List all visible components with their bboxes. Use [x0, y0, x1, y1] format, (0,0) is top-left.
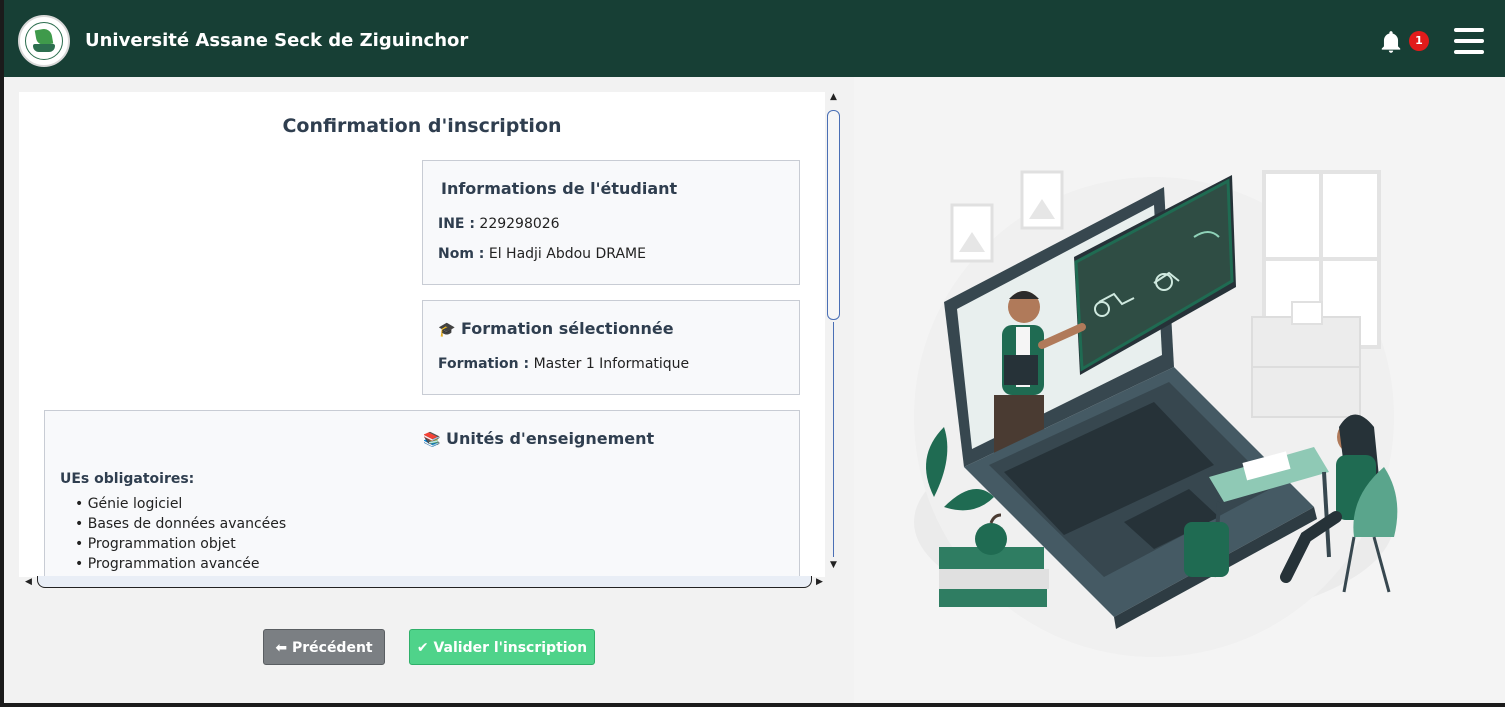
ue-list-item: • Bases de données avancées	[75, 516, 287, 532]
formation-label: Formation :	[438, 356, 530, 372]
graduation-cap-icon: 🎓	[438, 322, 456, 338]
ue-list-item: • Programmation objet	[75, 536, 236, 552]
ue-list-item: • Génie logiciel	[75, 496, 183, 512]
illustration-pane	[854, 77, 1505, 703]
formation-title: Formation sélectionnée	[461, 319, 674, 338]
ue-obligatoires-label: UEs obligatoires:	[60, 471, 195, 487]
ue-panel: 📚 Unités d'enseignement UEs obligatoires…	[44, 410, 800, 577]
hamburger-menu-icon[interactable]	[1454, 28, 1484, 54]
horizontal-scrollbar[interactable]: ◀ ▶	[23, 576, 843, 592]
top-header: Université Assane Seck de Ziguinchor 1	[4, 0, 1505, 77]
ue-title: Unités d'enseignement	[446, 429, 655, 448]
notification-badge[interactable]: 1	[1409, 31, 1429, 51]
vertical-scrollbar[interactable]: ▲ ▼	[826, 92, 842, 575]
horizontal-scroll-thumb[interactable]	[37, 576, 812, 588]
formation-field: Formation : Master 1 Informatique	[438, 356, 689, 372]
previous-button[interactable]: ⬅ Précédent	[263, 629, 385, 665]
page-title: Confirmation d'inscription	[282, 115, 562, 137]
formation-title-row: 🎓 Formation sélectionnée	[438, 319, 674, 338]
books-icon: 📚	[423, 432, 441, 448]
ine-label: INE :	[438, 216, 475, 232]
university-logo	[18, 15, 70, 67]
form-pane: Confirmation d'inscription Informations …	[4, 77, 854, 703]
online-learning-illustration	[914, 170, 1398, 657]
nom-field: Nom : El Hadji Abdou DRAME	[438, 246, 646, 262]
formation-panel: 🎓 Formation sélectionnée Formation : Mas…	[422, 300, 800, 395]
confirmation-card: Confirmation d'inscription Informations …	[19, 92, 825, 577]
ine-field: INE : 229298026	[438, 216, 560, 232]
scroll-down-arrow-icon[interactable]: ▼	[830, 560, 837, 570]
ue-list-item: • Programmation avancée	[75, 556, 260, 572]
nom-label: Nom :	[438, 246, 485, 262]
scroll-right-arrow-icon[interactable]: ▶	[816, 577, 823, 587]
bell-icon[interactable]	[1378, 29, 1404, 55]
ue-title-row: 📚 Unités d'enseignement	[423, 429, 654, 448]
ine-value: 229298026	[479, 216, 560, 232]
scroll-up-arrow-icon[interactable]: ▲	[830, 92, 837, 102]
app-title: Université Assane Seck de Ziguinchor	[85, 30, 469, 51]
validate-inscription-button[interactable]: ✔ Valider l'inscription	[409, 629, 595, 665]
student-info-title: Informations de l'étudiant	[441, 179, 678, 198]
scroll-left-arrow-icon[interactable]: ◀	[25, 577, 32, 587]
student-info-panel: Informations de l'étudiant INE : 2292980…	[422, 160, 800, 285]
formation-value: Master 1 Informatique	[533, 356, 690, 372]
nom-value: El Hadji Abdou DRAME	[488, 246, 646, 262]
app-window: Université Assane Seck de Ziguinchor 1 C…	[4, 0, 1505, 703]
vertical-scroll-thumb[interactable]	[827, 110, 840, 320]
